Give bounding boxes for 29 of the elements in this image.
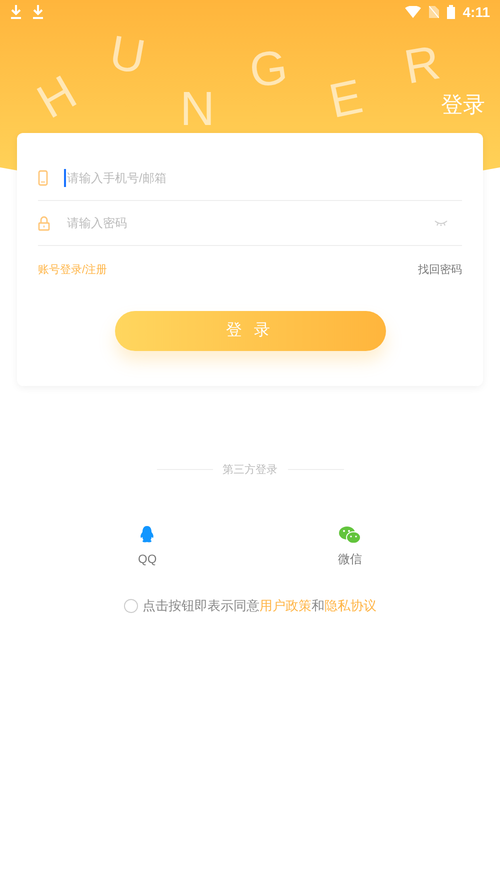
- penguin-icon: [139, 526, 156, 544]
- input-field[interactable]: 请输入密码: [64, 214, 434, 232]
- agreement-checkbox[interactable]: [124, 598, 138, 613]
- privacy-link[interactable]: 隐私协议: [324, 598, 376, 613]
- decor-letter: U: [106, 29, 149, 83]
- closed-eye-icon[interactable]: [434, 220, 448, 226]
- page-title: 登录: [441, 91, 485, 119]
- status-time: 4:11: [462, 2, 490, 22]
- social-login-label[interactable]: 微信: [338, 550, 362, 568]
- forgot-password-link[interactable]: 找回密码: [418, 262, 462, 278]
- social-login-label[interactable]: QQ: [138, 550, 157, 568]
- download-icon: [32, 5, 44, 19]
- no-sim-icon: [428, 6, 439, 18]
- phone-icon: [38, 170, 48, 186]
- decor-letter: G: [246, 44, 290, 96]
- login-button[interactable]: 登 录: [114, 310, 386, 350]
- wifi-icon: [404, 6, 421, 18]
- download-icon: [10, 5, 22, 19]
- section-heading: 第三方登录: [222, 462, 278, 478]
- input-field[interactable]: 请输入手机号/邮箱: [64, 169, 462, 187]
- user-policy-link[interactable]: 用户政策: [260, 598, 312, 613]
- decor-letter: E: [325, 73, 367, 127]
- register-link[interactable]: 账号登录/注册: [38, 262, 108, 278]
- decor-letter: H: [30, 68, 84, 128]
- agreement-text: 点击按钮即表示同意用户政策和隐私协议: [142, 597, 376, 615]
- decor-letter: N: [180, 86, 215, 134]
- decor-letter: R: [401, 39, 444, 93]
- chat-bubbles-icon: [339, 526, 361, 544]
- lock-icon: [38, 216, 50, 230]
